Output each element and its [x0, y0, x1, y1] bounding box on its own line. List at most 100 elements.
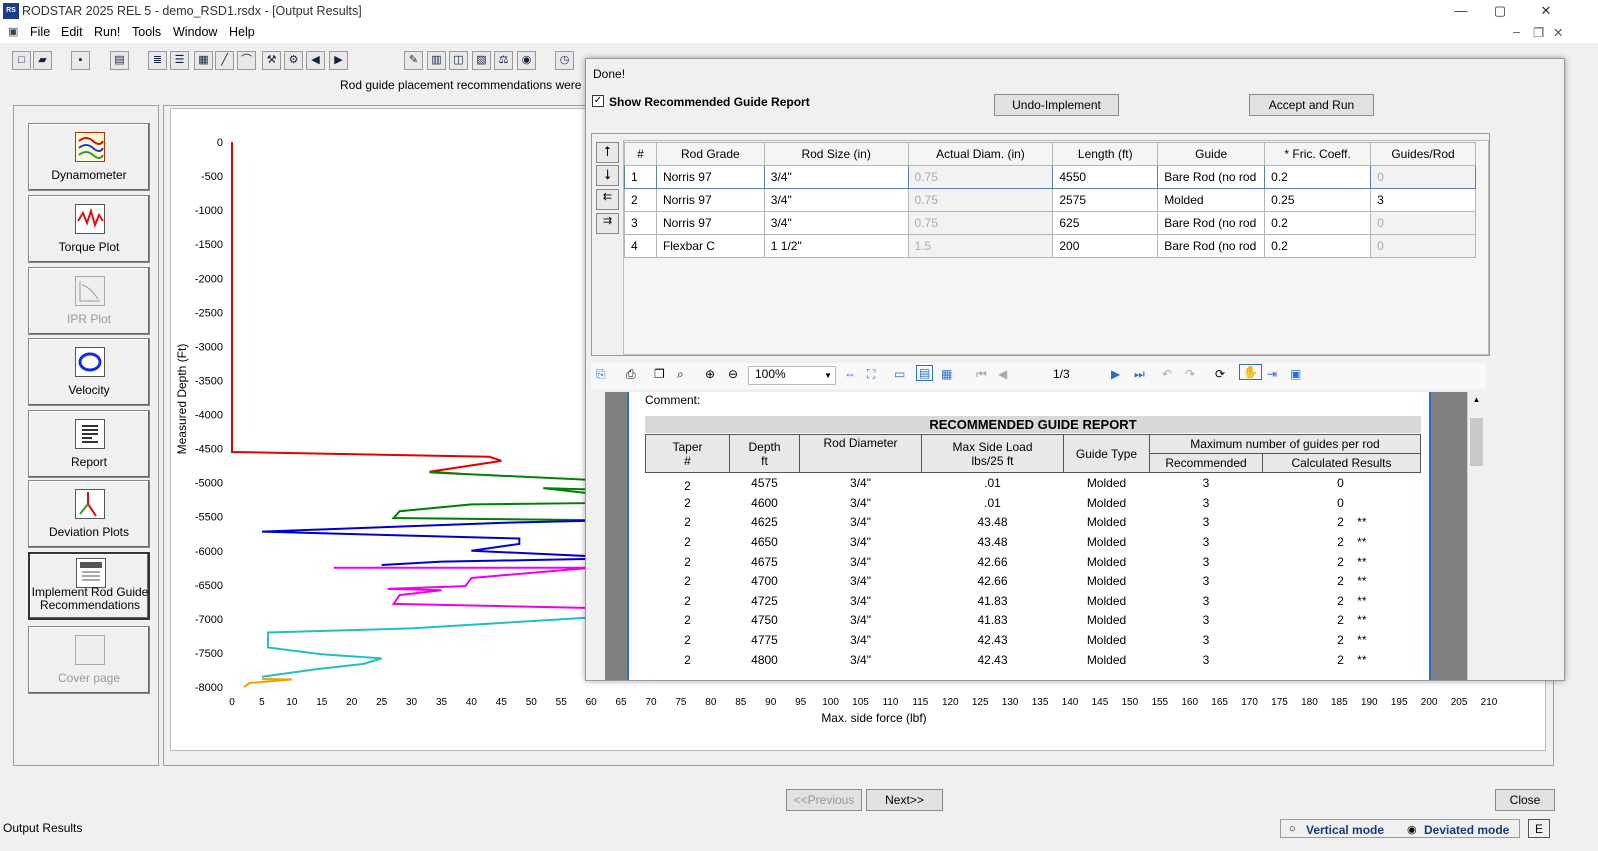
xbal-icon[interactable]: ⚖ [494, 51, 513, 70]
grid-row[interactable]: 4 Flexbar C1 1/2" 1.5 200 Bare Rod (no rod 0.… [624, 234, 1476, 258]
back-icon[interactable]: ↶ [1162, 367, 1172, 381]
page-width-icon[interactable]: ⇔ [844, 367, 856, 381]
gauge-icon[interactable]: ◉ [517, 51, 536, 70]
close-window-button[interactable]: ✕ [1523, 0, 1569, 23]
grid-cell[interactable]: 0.2 [1264, 234, 1372, 258]
grid-cell[interactable]: 2 [624, 188, 657, 212]
find-icon[interactable]: ⌕ [677, 367, 684, 382]
grid-row[interactable]: 3 Norris 97 3/4" 0.75 625 Bare Rod (no rod 0.2… [624, 211, 1476, 235]
grid-cell[interactable]: 625 [1052, 211, 1159, 235]
mdi-restore-icon[interactable]: ❐ [1533, 25, 1544, 40]
multi-page-icon[interactable]: ▦ [941, 367, 952, 381]
grid-cell[interactable]: 1 1/2" [763, 234, 909, 258]
menu-window[interactable]: Window [173, 25, 217, 39]
grid-cell[interactable]: 4 [624, 234, 657, 258]
open-folder-icon[interactable]: ▰ [33, 51, 52, 70]
close-button[interactable]: Close [1495, 789, 1555, 811]
save-icon[interactable]: ▪ [71, 51, 90, 70]
refresh-icon[interactable]: ⟳ [1215, 367, 1225, 381]
nav-dynamometer-button[interactable]: Dynamometer [28, 123, 150, 191]
select-tool-icon[interactable]: ⇥ [1267, 367, 1277, 381]
e-button[interactable]: E [1528, 819, 1550, 838]
stack-icon[interactable]: ▧ [472, 51, 491, 70]
fit-page-icon[interactable]: ⛶ [867, 367, 875, 382]
nav-ipr-plot-button[interactable]: IPR Plot [28, 267, 150, 335]
nav-torque-plot-button[interactable]: Torque Plot [28, 195, 150, 263]
last-page-icon[interactable]: ⏭ [1134, 367, 1145, 382]
hand-tool-icon[interactable]: ✋ [1239, 364, 1262, 380]
accept-and-run-button[interactable]: Accept and Run [1249, 94, 1374, 116]
page-indicator[interactable]: 1/3 [1053, 367, 1070, 381]
continuous-page-icon[interactable]: ▤ [916, 365, 934, 381]
grid-cell[interactable]: 0.2 [1264, 165, 1372, 189]
table-icon[interactable]: ▥ [427, 51, 446, 70]
list-icon[interactable]: ☰ [170, 51, 189, 70]
grid-cell[interactable]: 4550 [1052, 165, 1159, 189]
vertical-mode-radio[interactable]: ○ [1289, 823, 1296, 835]
print-setup-icon[interactable]: ▤ [110, 51, 129, 70]
single-page-icon[interactable]: ▭ [894, 367, 905, 381]
next-button[interactable]: Next>> [866, 789, 943, 811]
grid-cell[interactable]: 2575 [1052, 188, 1159, 212]
pumpjack-icon[interactable]: ⚒ [262, 51, 281, 70]
nav-implement-rod-guide-button[interactable]: Implement Rod Guide Recommendations [28, 552, 150, 620]
zoom-select[interactable]: 100% ▼ [748, 366, 836, 385]
grid-cell[interactable]: 1 [624, 165, 657, 189]
grid-cell[interactable]: 3 [1370, 188, 1476, 212]
insert-row-icon[interactable]: ⇇ [596, 189, 619, 210]
append-row-icon[interactable]: ⇉ [596, 213, 619, 234]
deviated-mode-radio[interactable]: ◉ [1407, 823, 1417, 836]
previous-button[interactable]: <<Previous [786, 789, 862, 811]
arrow-right-icon[interactable]: ▶ [329, 51, 348, 70]
menu-edit[interactable]: Edit [61, 25, 83, 39]
motor-icon[interactable]: ⚙ [284, 51, 303, 70]
first-page-icon[interactable]: ⏮ [976, 367, 987, 382]
zoom-out-icon[interactable]: ⊖ [728, 367, 738, 381]
grid-cell[interactable]: 0.25 [1264, 188, 1372, 212]
curve-icon[interactable]: ⌒ [237, 51, 256, 70]
grid-cell[interactable]: 3 [624, 211, 657, 235]
grid-row[interactable]: 2 Norris 97 3/4" 0.75 2575 Molded 0.25 3 [624, 188, 1476, 212]
nav-report-button[interactable]: Report [28, 410, 150, 478]
grid-cell[interactable]: Molded [1157, 188, 1266, 212]
grid-cell[interactable]: Norris 97 [655, 211, 765, 235]
nav-deviation-plots-button[interactable]: Deviation Plots [28, 480, 150, 548]
grid-cell[interactable]: 3/4" [763, 188, 909, 212]
grid-cell[interactable]: Norris 97 [655, 188, 765, 212]
scroll-up-icon[interactable]: ▲ [1468, 392, 1485, 408]
grid-cell[interactable]: 3/4" [763, 211, 909, 235]
previous-page-icon[interactable]: ◀ [998, 367, 1007, 381]
pencil-icon[interactable]: ╱ [215, 51, 234, 70]
grid-cell[interactable]: Bare Rod (no rod [1157, 234, 1266, 258]
report-icon[interactable]: ≣ [148, 51, 167, 70]
mdi-close-icon[interactable]: ✕ [1553, 25, 1563, 40]
menu-tools[interactable]: Tools [132, 25, 161, 39]
nav-velocity-button[interactable]: Velocity [28, 338, 150, 406]
forward-icon[interactable]: ↷ [1185, 367, 1195, 381]
next-page-icon[interactable]: ▶ [1111, 367, 1120, 381]
grid-cell[interactable]: Flexbar C [655, 234, 765, 258]
grid-cell[interactable]: Bare Rod (no rod [1157, 165, 1266, 189]
grid-row[interactable]: 1 Norris 97 3/4" 0.75 4550 Bare Rod (no rod 0.… [624, 165, 1476, 189]
grid-cell[interactable]: Norris 97 [655, 165, 765, 189]
nav-cover-page-button[interactable]: Cover page [28, 626, 150, 694]
undo-implement-button[interactable]: Undo-Implement [994, 94, 1119, 116]
zoom-in-icon[interactable]: ⊕ [705, 367, 715, 381]
report-scrollbar[interactable]: ▲ [1467, 392, 1485, 680]
grid-icon[interactable]: ▦ [194, 51, 213, 70]
menu-run[interactable]: Run! [94, 25, 120, 39]
document-icon[interactable]: ▣ [8, 25, 18, 38]
new-file-icon[interactable]: □ [12, 51, 31, 70]
copy-page-icon[interactable]: ❐ [654, 367, 665, 381]
grid-cell[interactable]: 0.2 [1264, 211, 1372, 235]
grid-cell[interactable]: 200 [1052, 234, 1159, 258]
menu-help[interactable]: Help [229, 25, 255, 39]
scroll-thumb[interactable] [1470, 418, 1483, 466]
grid-cell[interactable]: Bare Rod (no rod [1157, 211, 1266, 235]
copy-icon[interactable]: ⎘ [596, 367, 606, 382]
snapshot-icon[interactable]: ▣ [1290, 367, 1301, 381]
maximize-button[interactable]: ▢ [1477, 0, 1523, 23]
menu-file[interactable]: File [30, 25, 50, 39]
move-up-icon[interactable]: ⭡ [596, 142, 619, 163]
print-icon[interactable]: ⎙ [626, 367, 636, 382]
